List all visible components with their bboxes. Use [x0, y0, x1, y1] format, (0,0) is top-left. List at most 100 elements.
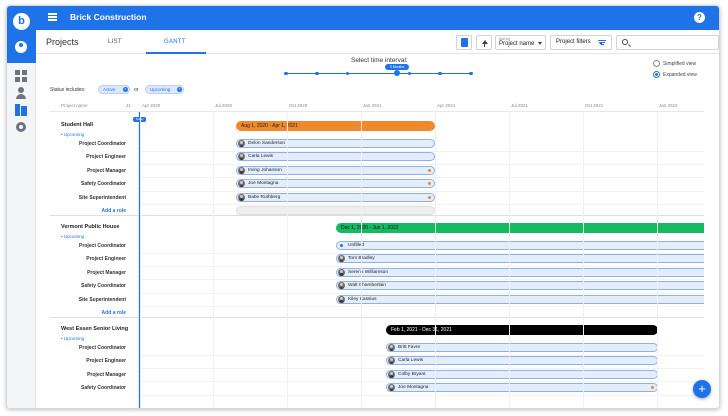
row-divider — [140, 252, 704, 254]
avatar — [238, 193, 245, 201]
role-label: Safety Coordinator — [80, 283, 126, 290]
timeline-column-label: Apr 2020 — [142, 103, 161, 108]
add-role-link[interactable]: Add a role — [50, 208, 126, 214]
assignment-bar[interactable]: Irving Johanson — [236, 165, 435, 175]
row-divider — [140, 150, 704, 152]
role-label: Safety Coordinator — [80, 385, 126, 392]
assignment-bar[interactable]: Unfilled — [336, 241, 704, 250]
assignment-bar[interactable]: Colby Bryant — [386, 369, 658, 379]
assignment-bar[interactable]: Joe Montagna — [386, 383, 658, 393]
assignment-bar[interactable]: Kiley Kassius — [336, 294, 704, 304]
expanded-view-radio[interactable] — [653, 71, 660, 78]
assignee-name: Walt Chamberlain — [348, 283, 386, 289]
interval-slider-track[interactable] — [286, 73, 471, 74]
assignment-bar[interactable]: Serena Williamson — [336, 267, 704, 277]
assignee-name: Colby Bryant — [398, 371, 426, 377]
project-name[interactable]: West Essen Senior Living — [61, 326, 128, 332]
simplified-view-label: Simplified view — [663, 61, 697, 67]
row-divider — [140, 265, 704, 267]
interval-slider-stop[interactable] — [315, 71, 319, 75]
row-divider — [140, 367, 704, 369]
interval-slider-stop[interactable] — [407, 71, 412, 75]
brand-logo-icon[interactable]: b — [13, 13, 30, 30]
export-button[interactable] — [456, 35, 472, 50]
assignee-name: Joe Montagna — [248, 181, 279, 187]
assignee-name: Kiley Kassius — [348, 296, 377, 302]
add-project-button[interactable]: + — [693, 380, 711, 398]
rail-header: b — [7, 6, 36, 63]
assignment-bar[interactable]: Walt Chamberlain — [336, 281, 704, 291]
tab-gantt[interactable]: GANTT — [164, 39, 186, 45]
assignment-bar[interactable]: Babe Ruthberg — [236, 192, 435, 202]
project-filters-button[interactable]: Project filters — [550, 35, 612, 50]
row-divider — [140, 177, 704, 179]
page-title: Projects — [46, 37, 79, 47]
role-label: Project Engineer — [86, 154, 126, 161]
search-input[interactable] — [632, 38, 716, 48]
user-icon[interactable] — [15, 41, 27, 53]
project-timeline-bar[interactable]: Dec 1, 2020 - Jun 1, 2022 — [336, 223, 704, 233]
assignment-bar[interactable]: Tom Bradley — [336, 254, 704, 264]
status-chip-upcoming[interactable]: Upcoming × — [145, 85, 184, 94]
sort-direction-icon — [482, 40, 488, 44]
interval-slider-thumb[interactable] — [394, 70, 400, 76]
interval-slider-stop[interactable] — [284, 71, 288, 75]
timeline-gridline — [509, 112, 510, 408]
sort-select[interactable]: Sort by Project name — [495, 35, 546, 50]
assignment-bar[interactable]: Delon Sanderson — [236, 139, 435, 148]
status-joiner: or — [134, 87, 139, 93]
left-rail: b — [7, 6, 36, 408]
close-icon[interactable]: × — [123, 87, 128, 92]
project-name-column-label: Project name — [61, 103, 88, 108]
warning-dot-icon — [428, 182, 431, 186]
role-label: Project Coordinator — [79, 345, 126, 351]
interval-slider-stop[interactable] — [345, 71, 350, 75]
project-timeline-bar[interactable]: Feb 1, 2021 - Dec 31, 2021 — [386, 325, 658, 335]
close-icon[interactable]: × — [177, 87, 182, 92]
timeline-gridline — [287, 112, 288, 408]
projects-icon[interactable] — [15, 104, 27, 116]
timeline-column-label: 21 — [126, 103, 132, 108]
tab-list[interactable]: LIST — [108, 39, 122, 45]
timeline-gridline — [435, 112, 436, 408]
timeline-column-label: Oct 2021 — [585, 103, 604, 108]
interval-selected-label: 3 Months — [385, 64, 409, 70]
simplified-view-radio[interactable] — [653, 60, 660, 67]
row-divider — [140, 292, 704, 294]
project-name[interactable]: Vermont Public House — [61, 224, 119, 230]
assignment-bar[interactable]: Carla Lewis — [236, 152, 435, 162]
help-icon[interactable]: ? — [694, 12, 705, 23]
avatar — [338, 255, 345, 263]
interval-slider-stop[interactable] — [438, 71, 442, 75]
assignment-bar[interactable]: Joe Montagna — [236, 179, 435, 189]
role-label: Project Coordinator — [79, 243, 126, 249]
assignment-bar[interactable]: Britt Favre — [386, 343, 658, 352]
search-box[interactable] — [616, 35, 719, 50]
avatar — [338, 268, 345, 276]
interval-slider-stop[interactable] — [469, 71, 473, 75]
warning-dot-icon — [428, 195, 431, 199]
projects-toolbar: Projects LIST GANTT Sort by Project name… — [36, 30, 719, 54]
row-divider — [140, 204, 704, 206]
assignment-bar[interactable]: Carla Lewis — [386, 356, 658, 366]
add-role-link[interactable]: Add a role — [50, 310, 126, 316]
avatar — [388, 357, 395, 365]
role-label: Site Superintendent — [78, 194, 126, 201]
person-icon[interactable] — [15, 87, 27, 99]
status-chip-active[interactable]: Active × — [98, 85, 130, 94]
sort-direction-button[interactable] — [476, 35, 492, 50]
timeline-column-label: Jul 2020 — [215, 103, 233, 108]
project-name[interactable]: Student Hall — [61, 122, 93, 128]
gear-icon[interactable] — [15, 121, 27, 133]
row-divider — [140, 279, 704, 281]
app-window: b Brick Construction ? Projects LIST GAN… — [6, 5, 720, 409]
project-status: • Upcoming — [61, 234, 85, 239]
role-label: Project Engineer — [86, 256, 126, 263]
expanded-view-label: Expanded view — [663, 72, 697, 78]
row-divider — [140, 354, 704, 356]
menu-icon[interactable] — [48, 13, 57, 21]
project-timeline-bar[interactable]: Aug 1, 2020 - Apr 1, 2021 — [236, 121, 435, 131]
project-status-label: Upcoming — [63, 336, 85, 341]
timeline-column-label: Oct 2020 — [289, 103, 308, 108]
dashboard-icon[interactable] — [15, 70, 27, 82]
